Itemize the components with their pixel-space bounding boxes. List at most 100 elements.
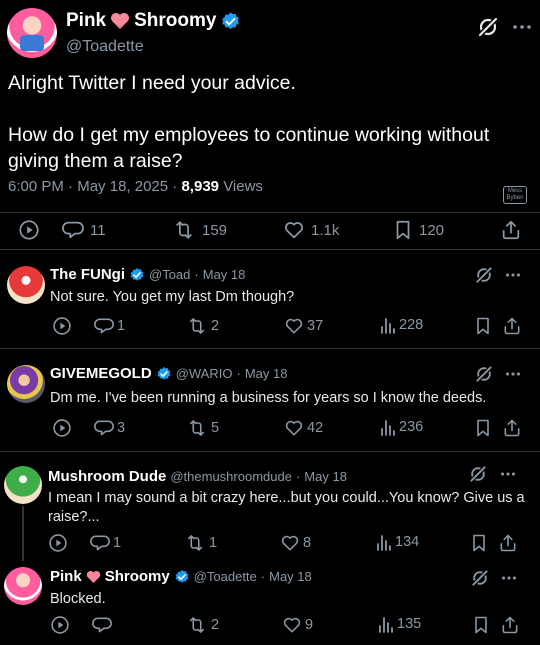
repost-button[interactable]: 2 [186, 615, 219, 635]
like-button[interactable]: 37 [284, 316, 323, 336]
author-handle[interactable]: @Toadette [66, 38, 144, 56]
grok-icon[interactable] [468, 464, 488, 484]
like-button[interactable]: 9 [282, 615, 313, 635]
reply-author-name: GIVEMEGOLD [50, 365, 152, 382]
author-name-part2: Shroomy [134, 10, 217, 31]
play-video-icon[interactable] [48, 533, 68, 553]
reply-button[interactable] [92, 615, 115, 635]
like-count: 37 [307, 318, 324, 334]
views-button[interactable]: 135 [378, 615, 421, 633]
bookmark-icon[interactable] [474, 418, 492, 438]
bookmark-count: 120 [419, 221, 445, 239]
repost-button[interactable]: 5 [186, 418, 219, 438]
like-count: 9 [305, 617, 314, 633]
heart-emoji-icon [86, 570, 101, 584]
tweet-time[interactable]: 6:00 PM [8, 178, 64, 195]
divider [0, 348, 540, 349]
reply-author[interactable]: Mushroom Dude @themushroomdude · May 18 [48, 468, 347, 485]
play-video-icon[interactable] [52, 418, 72, 438]
reply-text: Not sure. You get my last Dm though? [50, 289, 295, 305]
views-count: 236 [399, 419, 424, 435]
watermark-stamp: Mess Byben [503, 186, 527, 204]
reply-author-name: Mushroom Dude [48, 468, 167, 485]
reply-text: Dm me. I've been running a business for … [50, 390, 487, 406]
divider [0, 451, 540, 452]
share-icon[interactable] [498, 533, 518, 553]
like-button[interactable]: 1.1k [283, 219, 339, 241]
reply-action-bar: 3 5 42 236 [52, 418, 522, 440]
verified-badge-icon [174, 569, 190, 585]
repost-count: 1 [209, 535, 218, 551]
grok-icon[interactable] [474, 265, 494, 285]
like-button[interactable]: 42 [284, 418, 323, 438]
repost-button[interactable]: 1 [184, 533, 217, 553]
divider [0, 212, 540, 213]
avatar[interactable] [7, 8, 57, 58]
more-options-icon[interactable] [501, 571, 517, 585]
heart-emoji-icon [110, 12, 130, 30]
reply-count: 11 [90, 221, 106, 239]
views-label: Views [223, 178, 263, 195]
avatar[interactable] [7, 365, 45, 403]
reply-button[interactable]: 1 [94, 316, 125, 336]
repost-count: 2 [211, 318, 220, 334]
share-icon[interactable] [502, 418, 522, 438]
views-button[interactable]: 228 [380, 316, 423, 334]
reply-action-bar: 1 1 8 134 [48, 533, 518, 555]
repost-count: 2 [211, 617, 220, 633]
reply-handle: @themushroomdude [170, 469, 292, 484]
tweet-date[interactable]: May 18, 2025 [77, 178, 168, 195]
main-action-bar: 11 159 1.1k 120 [18, 219, 523, 241]
views-button[interactable]: 134 [376, 533, 419, 551]
reply-author[interactable]: GIVEMEGOLD @WARIO · May 18 [50, 365, 287, 382]
share-icon[interactable] [500, 219, 522, 241]
tweet-text: Alright Twitter I need your advice. How … [8, 72, 490, 172]
repost-button[interactable]: 159 [172, 219, 227, 241]
reply-action-bar: 1 2 37 228 [52, 316, 522, 338]
like-button[interactable]: 8 [280, 533, 311, 553]
bookmark-button[interactable]: 120 [393, 219, 444, 241]
watermark-text: Mess Byben [506, 188, 524, 201]
like-count: 1.1k [311, 221, 340, 239]
reply-author-name-part2: Shroomy [104, 568, 170, 585]
play-video-icon[interactable] [50, 615, 70, 635]
reply-count: 3 [117, 420, 126, 436]
like-count: 8 [303, 535, 312, 551]
divider [0, 249, 540, 250]
avatar[interactable] [4, 466, 42, 504]
views-button[interactable]: 236 [380, 418, 423, 436]
more-options-icon[interactable] [505, 268, 521, 282]
author-name[interactable]: Pink Shroomy [66, 10, 241, 32]
reply-author[interactable]: Pink Shroomy @Toadette · May 18 [50, 568, 312, 585]
more-options-icon[interactable] [500, 467, 516, 481]
reply-button[interactable]: 1 [90, 533, 121, 553]
thread-connector-line [22, 506, 24, 561]
more-options-icon[interactable] [512, 18, 532, 36]
grok-icon[interactable] [474, 364, 494, 384]
repost-count: 159 [202, 221, 228, 239]
share-icon[interactable] [500, 615, 520, 635]
reply-date: May 18 [202, 267, 246, 282]
play-video-icon[interactable] [18, 219, 40, 241]
grok-icon[interactable] [476, 15, 500, 39]
views-count: 135 [397, 616, 422, 632]
more-options-icon[interactable] [505, 367, 521, 381]
reply-author[interactable]: The FUNgi @Toad · May 18 [50, 266, 245, 283]
reply-author-name-part1: Pink [50, 568, 82, 585]
reply-handle: @Toad [149, 267, 191, 282]
reply-count: 1 [117, 318, 126, 334]
avatar[interactable] [4, 567, 42, 605]
avatar[interactable] [7, 266, 45, 304]
reply-button[interactable]: 3 [94, 418, 125, 438]
bookmark-icon[interactable] [470, 533, 488, 553]
author-name-part1: Pink [66, 10, 107, 31]
reply-button[interactable]: 11 [62, 219, 106, 241]
bookmark-icon[interactable] [474, 316, 492, 336]
grok-icon[interactable] [470, 568, 490, 588]
repost-button[interactable]: 2 [186, 316, 219, 336]
views-count: 8,939 [181, 178, 220, 195]
share-icon[interactable] [502, 316, 522, 336]
bookmark-icon[interactable] [472, 615, 490, 635]
views-count: 134 [395, 534, 420, 550]
play-video-icon[interactable] [52, 316, 72, 336]
